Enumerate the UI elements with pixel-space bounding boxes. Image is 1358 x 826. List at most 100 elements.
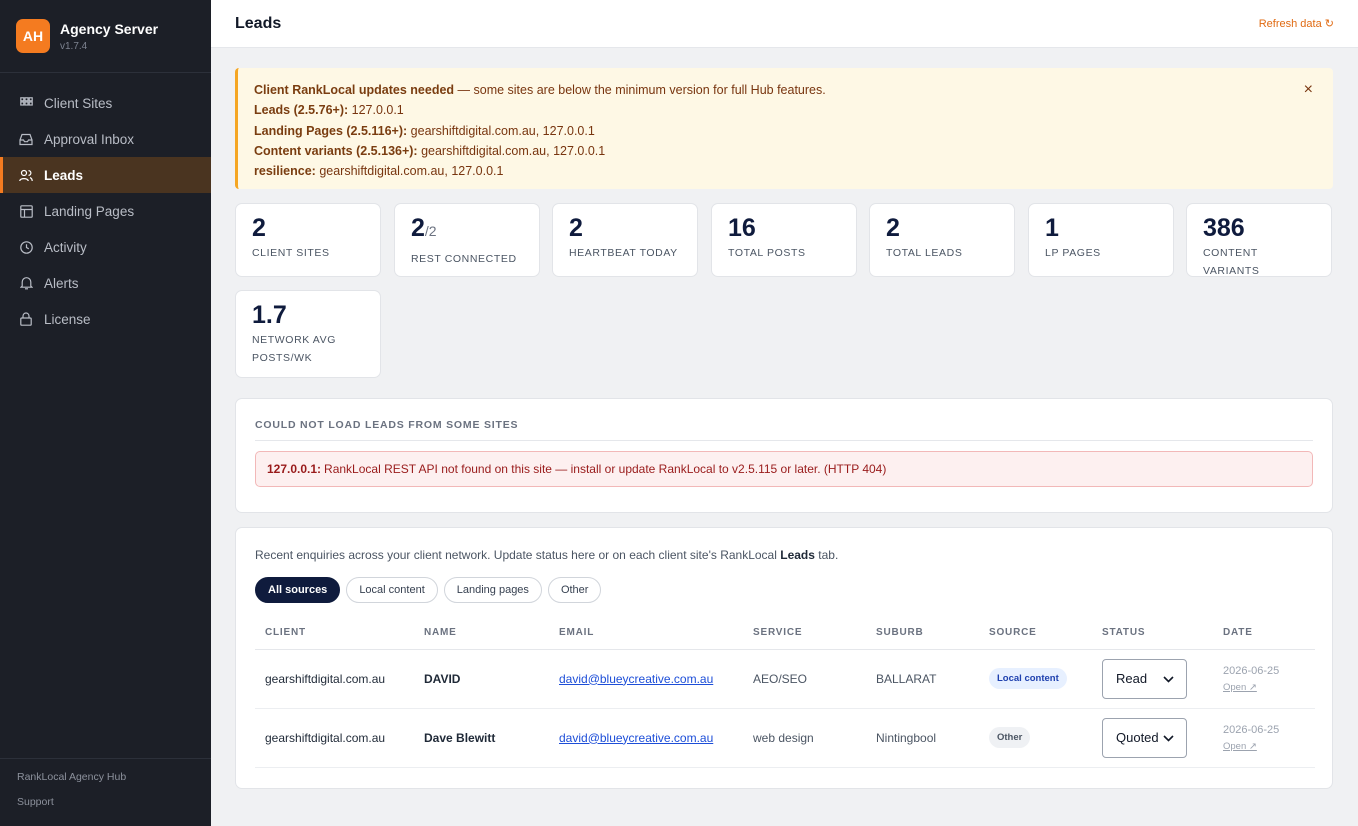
update-alert: Client RankLocal updates needed — some s…	[235, 68, 1333, 189]
status-select[interactable]: Quoted	[1102, 717, 1187, 758]
error-site: 127.0.0.1:	[267, 462, 322, 476]
cell-email: david@blueycreative.com.au	[549, 708, 743, 768]
sidebar-item-label: License	[44, 311, 91, 327]
alert-line-value: gearshiftdigital.com.au, 127.0.0.1	[417, 143, 606, 158]
filter-other[interactable]: Other	[547, 577, 602, 603]
error-text: RankLocal REST API not found on this sit…	[324, 462, 887, 476]
cell-suburb: Nintingbool	[866, 708, 979, 768]
stat-label: Network avg posts/wk	[252, 334, 336, 364]
open-link[interactable]: Open ↗	[1223, 682, 1257, 693]
stat-label: LP pages	[1045, 247, 1101, 259]
lock-icon	[19, 312, 33, 326]
cell-client: gearshiftdigital.com.au	[255, 708, 414, 768]
alert-title: Client RankLocal updates needed	[254, 83, 455, 97]
cell-client: gearshiftdigital.com.au	[255, 649, 414, 709]
column-header-suburb: SUBURB	[866, 617, 979, 650]
leads-intro: Recent enquiries across your client netw…	[255, 548, 1313, 562]
sidebar-nav: Client Sites Approval Inbox Leads Landin…	[0, 85, 211, 337]
sidebar-item-approval-inbox[interactable]: Approval Inbox	[0, 121, 211, 157]
stat-label: REST connected	[411, 253, 517, 265]
sidebar-item-license[interactable]: License	[0, 301, 211, 337]
open-link[interactable]: Open ↗	[1223, 741, 1257, 752]
sidebar-item-landing-pages[interactable]: Landing Pages	[0, 193, 211, 229]
status-value: Read	[1116, 671, 1148, 686]
stat-value: 1	[1045, 214, 1059, 242]
sidebar: AH Agency Server v1.7.4 Client Sites App…	[0, 0, 211, 826]
sidebar-item-activity[interactable]: Activity	[0, 229, 211, 265]
clock-icon	[19, 240, 33, 254]
filter-local-content[interactable]: Local content	[346, 577, 438, 603]
grid-icon	[19, 96, 33, 110]
intro-text: tab.	[814, 548, 839, 562]
error-message: 127.0.0.1: RankLocal REST API not found …	[255, 451, 1313, 487]
alert-line-value: gearshiftdigital.com.au, 127.0.0.1	[315, 164, 504, 179]
filter-landing-pages[interactable]: Landing pages	[443, 577, 542, 603]
cell-source: Other	[979, 708, 1092, 768]
table-row: gearshiftdigital.com.au DAVID david@blue…	[255, 649, 1315, 709]
column-header-name: NAME	[414, 617, 549, 650]
brand-name: Agency Server	[60, 20, 159, 37]
stat-value: 1.7	[252, 301, 287, 329]
cell-email: david@blueycreative.com.au	[549, 649, 743, 709]
stat-card-heartbeat-today: 2 Heartbeat today	[552, 203, 698, 277]
column-header-source: SOURCE	[979, 617, 1092, 650]
sidebar-item-label: Leads	[44, 167, 84, 183]
stat-card-total-leads: 2 Total leads	[869, 203, 1015, 277]
stat-card-total-posts: 16 Total posts	[711, 203, 857, 277]
stat-value: 2	[886, 214, 900, 242]
sidebar-item-label: Approval Inbox	[44, 131, 135, 147]
leads-table: CLIENT NAME EMAIL SERVICE SUBURB SOURCE …	[255, 617, 1315, 768]
column-header-email: EMAIL	[549, 617, 743, 650]
stat-label: Content variants	[1203, 247, 1260, 277]
stat-value: 2	[252, 214, 266, 242]
lead-date: 2026-06-25	[1223, 664, 1280, 677]
cell-name: Dave Blewitt	[414, 708, 549, 768]
source-badge: Other	[989, 727, 1031, 748]
cell-status: Read	[1092, 649, 1213, 709]
email-link[interactable]: david@blueycreative.com.au	[559, 672, 713, 686]
stat-card-content-variants: 386 Content variants	[1186, 203, 1332, 277]
sidebar-item-label: Activity	[44, 239, 87, 255]
cell-suburb: BALLARAT	[866, 649, 979, 709]
status-select[interactable]: Read	[1102, 658, 1187, 699]
stat-suffix: /2	[424, 223, 437, 239]
sidebar-item-client-sites[interactable]: Client Sites	[0, 85, 211, 121]
email-link[interactable]: david@blueycreative.com.au	[559, 731, 713, 745]
close-icon[interactable]: ×	[1304, 80, 1313, 100]
sidebar-item-label: Alerts	[44, 275, 79, 291]
refresh-data-button[interactable]: Refresh data ↻	[1259, 17, 1334, 30]
sidebar-item-label: Landing Pages	[44, 203, 135, 219]
status-value: Quoted	[1116, 730, 1159, 745]
cell-date: 2026-06-25 Open ↗	[1213, 649, 1315, 709]
alert-message: — some sites are below the minimum versi…	[454, 83, 826, 97]
cell-service: AEO/SEO	[743, 649, 866, 709]
sidebar-item-alerts[interactable]: Alerts	[0, 265, 211, 301]
intro-text: Recent enquiries across your client netw…	[255, 548, 781, 562]
cell-date: 2026-06-25 Open ↗	[1213, 708, 1315, 768]
leads-error-panel: COULD NOT LOAD LEADS FROM SOME SITES 127…	[235, 398, 1333, 513]
intro-leads-tab: Leads	[780, 548, 815, 562]
brand-version: v1.7.4	[60, 40, 88, 52]
stat-value: 16	[728, 214, 756, 242]
source-filters: All sources Local content Landing pages …	[255, 577, 1313, 603]
column-header-service: SERVICE	[743, 617, 866, 650]
users-icon	[19, 168, 33, 182]
alert-line-value: gearshiftdigital.com.au, 127.0.0.1	[407, 123, 595, 138]
cell-name: DAVID	[414, 649, 549, 709]
sidebar-item-leads[interactable]: Leads	[0, 157, 211, 193]
stat-label: Total posts	[728, 247, 806, 259]
bell-icon	[19, 276, 33, 290]
cell-service: web design	[743, 708, 866, 768]
layout-icon	[19, 204, 33, 218]
alert-line-label: resilience:	[254, 164, 316, 179]
sidebar-item-label: Client Sites	[44, 95, 113, 111]
filter-all-sources[interactable]: All sources	[255, 577, 341, 603]
support-link[interactable]: Support	[17, 796, 194, 808]
inbox-icon	[19, 132, 33, 146]
cell-status: Quoted	[1092, 708, 1213, 768]
chevron-down-icon	[1163, 730, 1174, 745]
brand: AH Agency Server v1.7.4	[0, 0, 211, 73]
stat-label: Total leads	[886, 247, 963, 259]
table-row: gearshiftdigital.com.au Dave Blewitt dav…	[255, 708, 1315, 768]
column-header-client: CLIENT	[255, 617, 414, 650]
